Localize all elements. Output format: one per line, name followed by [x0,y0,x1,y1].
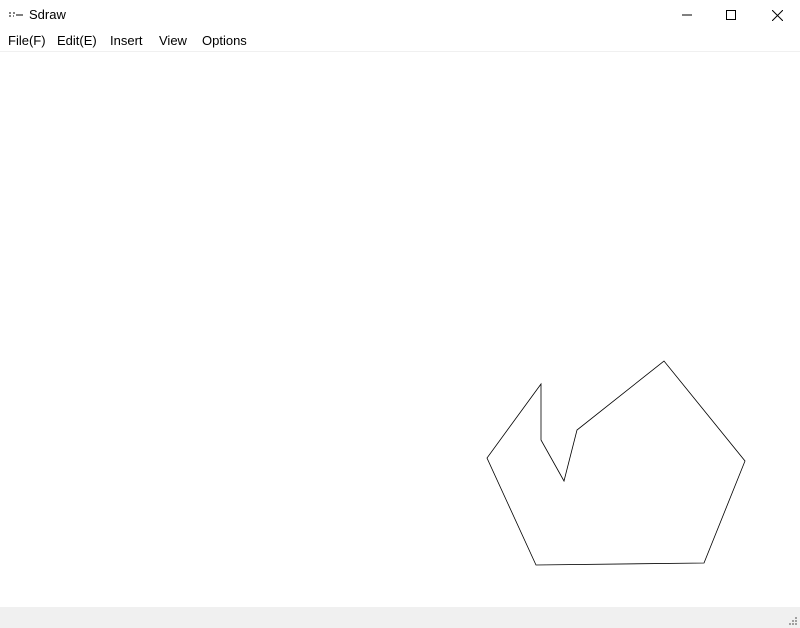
drawing-canvas[interactable] [0,53,800,607]
drawn-polygon[interactable] [486,360,746,566]
canvas-svg [486,360,746,566]
minimize-button[interactable] [664,0,710,30]
menu-options[interactable]: Options [202,30,247,52]
title-bar: Sdraw [0,0,800,30]
menu-insert[interactable]: Insert [110,30,143,52]
menu-file[interactable]: File(F) [8,30,46,52]
close-button[interactable] [754,0,800,30]
window-title: Sdraw [29,7,66,22]
minimize-icon [682,14,692,16]
maximize-button[interactable] [708,0,754,30]
size-grip-icon[interactable] [786,614,798,626]
sdraw-app-icon [9,12,23,17]
menu-edit[interactable]: Edit(E) [57,30,97,52]
maximize-icon [726,10,736,20]
close-icon [771,9,783,21]
menu-bar: File(F) Edit(E) Insert View Options [0,30,800,52]
menu-view[interactable]: View [159,30,187,52]
status-bar [0,607,800,628]
